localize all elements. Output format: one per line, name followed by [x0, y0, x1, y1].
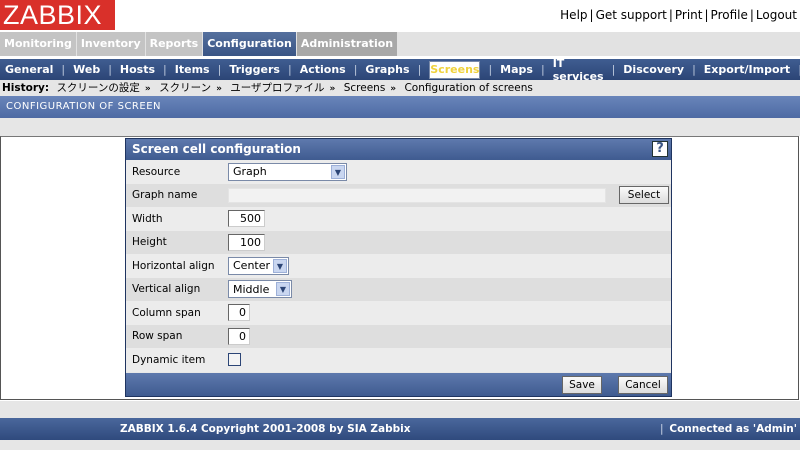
subnav-discovery[interactable]: Discovery [623, 63, 684, 76]
main-tabs: Monitoring Inventory Reports Configurati… [0, 32, 800, 56]
sub-navigation: General | Web | Hosts | Items | Triggers | Ac… [0, 57, 800, 83]
resource-value: Graph [233, 165, 267, 179]
connected-as: Connected as 'Admin' [669, 423, 797, 435]
subnav-graphs[interactable]: Graphs [365, 63, 409, 76]
subnav-maps[interactable]: Maps [500, 63, 533, 76]
row-graph-name: Graph name Select [126, 183, 671, 207]
graph-name-input[interactable] [228, 187, 606, 203]
profile-link[interactable]: Profile [711, 8, 748, 22]
vertical-align-select[interactable]: Middle ▼ [228, 280, 292, 299]
tab-configuration[interactable]: Configuration [203, 32, 296, 56]
copyright-text: ZABBIX 1.6.4 Copyright 2001-2008 by SIA … [120, 423, 411, 435]
spacer-strip [0, 401, 800, 418]
zabbix-logo[interactable]: ZABBIX [0, 0, 115, 30]
dynamic-item-label: Dynamic item [132, 353, 206, 366]
footer-divider: | [660, 423, 664, 435]
bottom-strip [0, 440, 800, 450]
vertical-align-value: Middle [233, 282, 270, 296]
subnav-triggers[interactable]: Triggers [229, 63, 280, 76]
row-dynamic-item: Dynamic item [126, 348, 671, 372]
graph-name-label: Graph name [132, 189, 198, 202]
chevron-down-icon: ▼ [276, 282, 290, 297]
history-item[interactable]: Configuration of screens [404, 82, 532, 94]
subnav-hosts[interactable]: Hosts [120, 63, 155, 76]
get-support-link[interactable]: Get support [596, 8, 667, 22]
row-span-input[interactable]: 0 [228, 327, 250, 345]
row-height: Height 100 [126, 230, 671, 254]
column-span-label: Column span [132, 306, 201, 319]
tab-reports[interactable]: Reports [145, 32, 203, 56]
horizontal-align-label: Horizontal align [132, 259, 215, 272]
vertical-align-label: Vertical align [132, 283, 201, 296]
subnav-items[interactable]: Items [175, 63, 210, 76]
dialog-footer: Save Cancel [126, 373, 671, 396]
help-link[interactable]: Help [560, 8, 587, 22]
row-span-label: Row span [132, 330, 183, 343]
form-rows: Resource Graph ▼ Graph name Select Width … [126, 160, 671, 372]
subnav-screens[interactable]: Screens [429, 60, 481, 79]
row-resource: Resource Graph ▼ [126, 160, 671, 184]
print-link[interactable]: Print [675, 8, 703, 22]
chevron-down-icon: ▼ [331, 164, 345, 179]
resource-select[interactable]: Graph ▼ [228, 162, 347, 181]
spacer-strip [0, 118, 800, 136]
save-button[interactable]: Save [562, 376, 602, 394]
tab-monitoring[interactable]: Monitoring [0, 32, 76, 56]
cancel-button[interactable]: Cancel [618, 376, 668, 394]
history-item[interactable]: スクリーンの設定 [56, 82, 139, 94]
history-label: History: [2, 82, 50, 94]
row-width: Width 500 [126, 207, 671, 231]
page-footer: ZABBIX 1.6.4 Copyright 2001-2008 by SIA … [0, 418, 800, 440]
horizontal-align-select[interactable]: Center ▼ [228, 256, 289, 275]
row-column-span: Column span 0 [126, 301, 671, 325]
section-title: CONFIGURATION OF SCREEN [0, 96, 800, 118]
select-button[interactable]: Select [619, 186, 669, 205]
row-horizontal-align: Horizontal align Center ▼ [126, 254, 671, 278]
horizontal-align-value: Center [233, 259, 271, 273]
top-links: Help | Get support | Print | Profile | Logout [560, 8, 797, 22]
logout-link[interactable]: Logout [756, 8, 797, 22]
chevron-down-icon: ▼ [273, 258, 287, 273]
height-input[interactable]: 100 [228, 233, 265, 251]
width-label: Width [132, 212, 163, 225]
dynamic-item-checkbox[interactable] [228, 353, 241, 367]
dialog-title: Screen cell configuration [132, 142, 301, 156]
help-icon[interactable]: ? [652, 141, 668, 157]
screen-cell-dialog: Screen cell configuration ? Resource Gra… [125, 138, 672, 397]
row-row-span: Row span 0 [126, 324, 671, 348]
history-item[interactable]: ユーザプロファイル [230, 82, 324, 94]
subnav-it-services[interactable]: IT services [553, 57, 604, 83]
history-item[interactable]: Screens [344, 82, 386, 94]
column-span-input[interactable]: 0 [228, 304, 250, 322]
row-vertical-align: Vertical align Middle ▼ [126, 277, 671, 301]
history-breadcrumb: History: スクリーンの設定» スクリーン» ユーザプロファイル» Scr… [0, 80, 800, 96]
tab-inventory[interactable]: Inventory [76, 32, 145, 56]
dialog-header: Screen cell configuration ? [126, 139, 671, 160]
subnav-general[interactable]: General [5, 63, 53, 76]
subnav-web[interactable]: Web [73, 63, 100, 76]
width-input[interactable]: 500 [228, 210, 265, 228]
subnav-actions[interactable]: Actions [300, 63, 346, 76]
resource-label: Resource [132, 165, 181, 178]
height-label: Height [132, 236, 167, 249]
history-item[interactable]: スクリーン [159, 82, 211, 94]
subnav-export-import[interactable]: Export/Import [704, 63, 790, 76]
tab-administration[interactable]: Administration [296, 32, 398, 56]
